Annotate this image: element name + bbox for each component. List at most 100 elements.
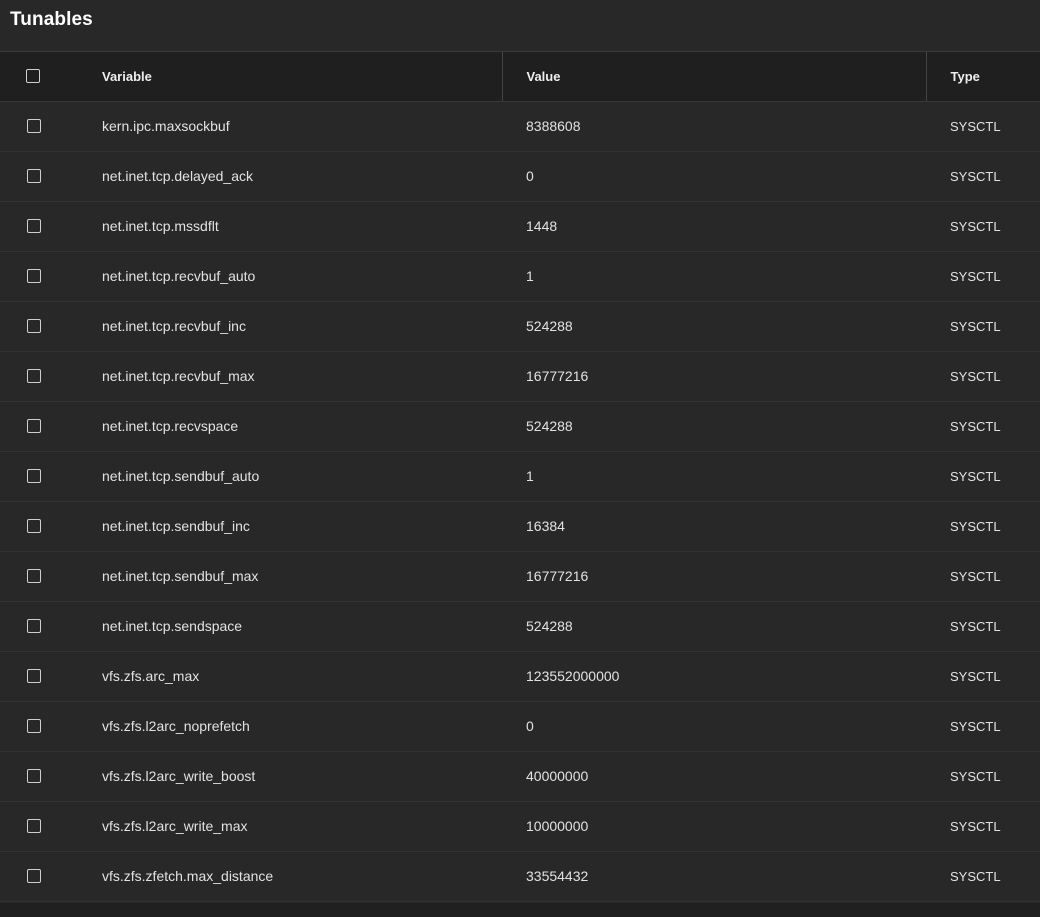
cell-type: SYSCTL [926,851,1040,902]
cell-type: SYSCTL [926,151,1040,202]
cell-type: SYSCTL [926,751,1040,802]
cell-value: 524288 [502,601,926,652]
cell-value: 16777216 [502,551,926,602]
table-row[interactable]: net.inet.tcp.delayed_ack 0 SYSCTL [0,151,1040,202]
row-checkbox[interactable] [27,319,41,333]
tunables-panel: Tunables Variable Value Type kern.ipc.ma… [0,0,1040,917]
row-select-cell [0,401,78,452]
row-checkbox[interactable] [27,819,41,833]
table-body: kern.ipc.maxsockbuf 8388608 SYSCTL net.inet… [0,101,1040,902]
row-select-cell [0,151,78,202]
row-select-cell [0,801,78,852]
table-row[interactable]: kern.ipc.maxsockbuf 8388608 SYSCTL [0,101,1040,152]
cell-type: SYSCTL [926,201,1040,252]
row-checkbox[interactable] [27,719,41,733]
cell-value: 1448 [502,201,926,252]
table-row[interactable]: net.inet.tcp.sendbuf_auto 1 SYSCTL [0,451,1040,502]
row-select-cell [0,301,78,352]
cell-variable: net.inet.tcp.sendbuf_auto [78,451,502,502]
row-checkbox[interactable] [27,519,41,533]
row-checkbox[interactable] [27,219,41,233]
cell-value: 8388608 [502,101,926,152]
table-row[interactable]: net.inet.tcp.recvspace 524288 SYSCTL [0,401,1040,452]
table-row[interactable]: net.inet.tcp.recvbuf_max 16777216 SYSCTL [0,351,1040,402]
cell-value: 123552000000 [502,651,926,702]
cell-variable: net.inet.tcp.delayed_ack [78,151,502,202]
table-row[interactable]: net.inet.tcp.recvbuf_auto 1 SYSCTL [0,251,1040,302]
row-checkbox[interactable] [27,169,41,183]
cell-type: SYSCTL [926,801,1040,852]
table-header: Variable Value Type [0,52,1040,102]
cell-variable: vfs.zfs.l2arc_write_boost [78,751,502,802]
cell-type: SYSCTL [926,401,1040,452]
table-row[interactable]: vfs.zfs.l2arc_write_boost 40000000 SYSCTL [0,751,1040,802]
row-checkbox[interactable] [27,269,41,283]
cell-value: 524288 [502,301,926,352]
table-row[interactable]: vfs.zfs.arc_max 123552000000 SYSCTL [0,651,1040,702]
row-select-cell [0,601,78,652]
row-checkbox[interactable] [27,569,41,583]
row-checkbox[interactable] [27,669,41,683]
cell-type: SYSCTL [926,301,1040,352]
column-header-variable[interactable]: Variable [78,52,502,102]
table-row[interactable]: vfs.zfs.l2arc_write_max 10000000 SYSCTL [0,801,1040,852]
cell-value: 10000000 [502,801,926,852]
row-checkbox[interactable] [27,469,41,483]
cell-variable: vfs.zfs.l2arc_write_max [78,801,502,852]
row-select-cell [0,551,78,602]
row-checkbox[interactable] [27,119,41,133]
table-row[interactable]: vfs.zfs.zfetch.max_distance 33554432 SYSCT… [0,851,1040,902]
row-select-cell [0,251,78,302]
table-row[interactable]: vfs.zfs.l2arc_noprefetch 0 SYSCTL [0,701,1040,752]
row-checkbox[interactable] [27,769,41,783]
row-select-cell [0,501,78,552]
cell-variable: kern.ipc.maxsockbuf [78,101,502,152]
table-row[interactable]: net.inet.tcp.mssdflt 1448 SYSCTL [0,201,1040,252]
cell-variable: net.inet.tcp.mssdflt [78,201,502,252]
row-select-cell [0,851,78,902]
select-all-cell [0,52,78,102]
row-select-cell [0,651,78,702]
cell-variable: vfs.zfs.arc_max [78,651,502,702]
table-footer-strip [0,903,1040,917]
cell-type: SYSCTL [926,501,1040,552]
cell-variable: net.inet.tcp.recvbuf_inc [78,301,502,352]
cell-value: 0 [502,151,926,202]
cell-value: 0 [502,701,926,752]
row-checkbox[interactable] [27,369,41,383]
cell-value: 1 [502,251,926,302]
cell-variable: net.inet.tcp.recvbuf_max [78,351,502,402]
cell-value: 1 [502,451,926,502]
cell-type: SYSCTL [926,351,1040,402]
cell-value: 524288 [502,401,926,452]
cell-type: SYSCTL [926,601,1040,652]
row-select-cell [0,701,78,752]
select-all-checkbox[interactable] [26,69,40,84]
table-header-row: Variable Value Type [0,52,1040,102]
column-header-value[interactable]: Value [501,52,926,102]
cell-variable: net.inet.tcp.recvbuf_auto [78,251,502,302]
cell-value: 40000000 [502,751,926,802]
table-row[interactable]: net.inet.tcp.sendbuf_inc 16384 SYSCTL [0,501,1040,552]
cell-variable: net.inet.tcp.sendbuf_inc [78,501,502,552]
cell-type: SYSCTL [926,251,1040,302]
row-select-cell [0,451,78,502]
table-row[interactable]: net.inet.tcp.sendspace 524288 SYSCTL [0,601,1040,652]
cell-variable: net.inet.tcp.recvspace [78,401,502,452]
cell-value: 16777216 [502,351,926,402]
row-select-cell [0,751,78,802]
row-checkbox[interactable] [27,619,41,633]
row-select-cell [0,101,78,152]
cell-type: SYSCTL [926,451,1040,502]
row-checkbox[interactable] [27,419,41,433]
cell-type: SYSCTL [926,701,1040,752]
cell-value: 33554432 [502,851,926,902]
column-header-type[interactable]: Type [925,52,1040,102]
row-checkbox[interactable] [27,869,41,883]
row-select-cell [0,351,78,402]
cell-variable: vfs.zfs.zfetch.max_distance [78,851,502,902]
cell-variable: vfs.zfs.l2arc_noprefetch [78,701,502,752]
table-row[interactable]: net.inet.tcp.recvbuf_inc 524288 SYSCTL [0,301,1040,352]
table-row[interactable]: net.inet.tcp.sendbuf_max 16777216 SYSCTL [0,551,1040,602]
cell-type: SYSCTL [926,651,1040,702]
